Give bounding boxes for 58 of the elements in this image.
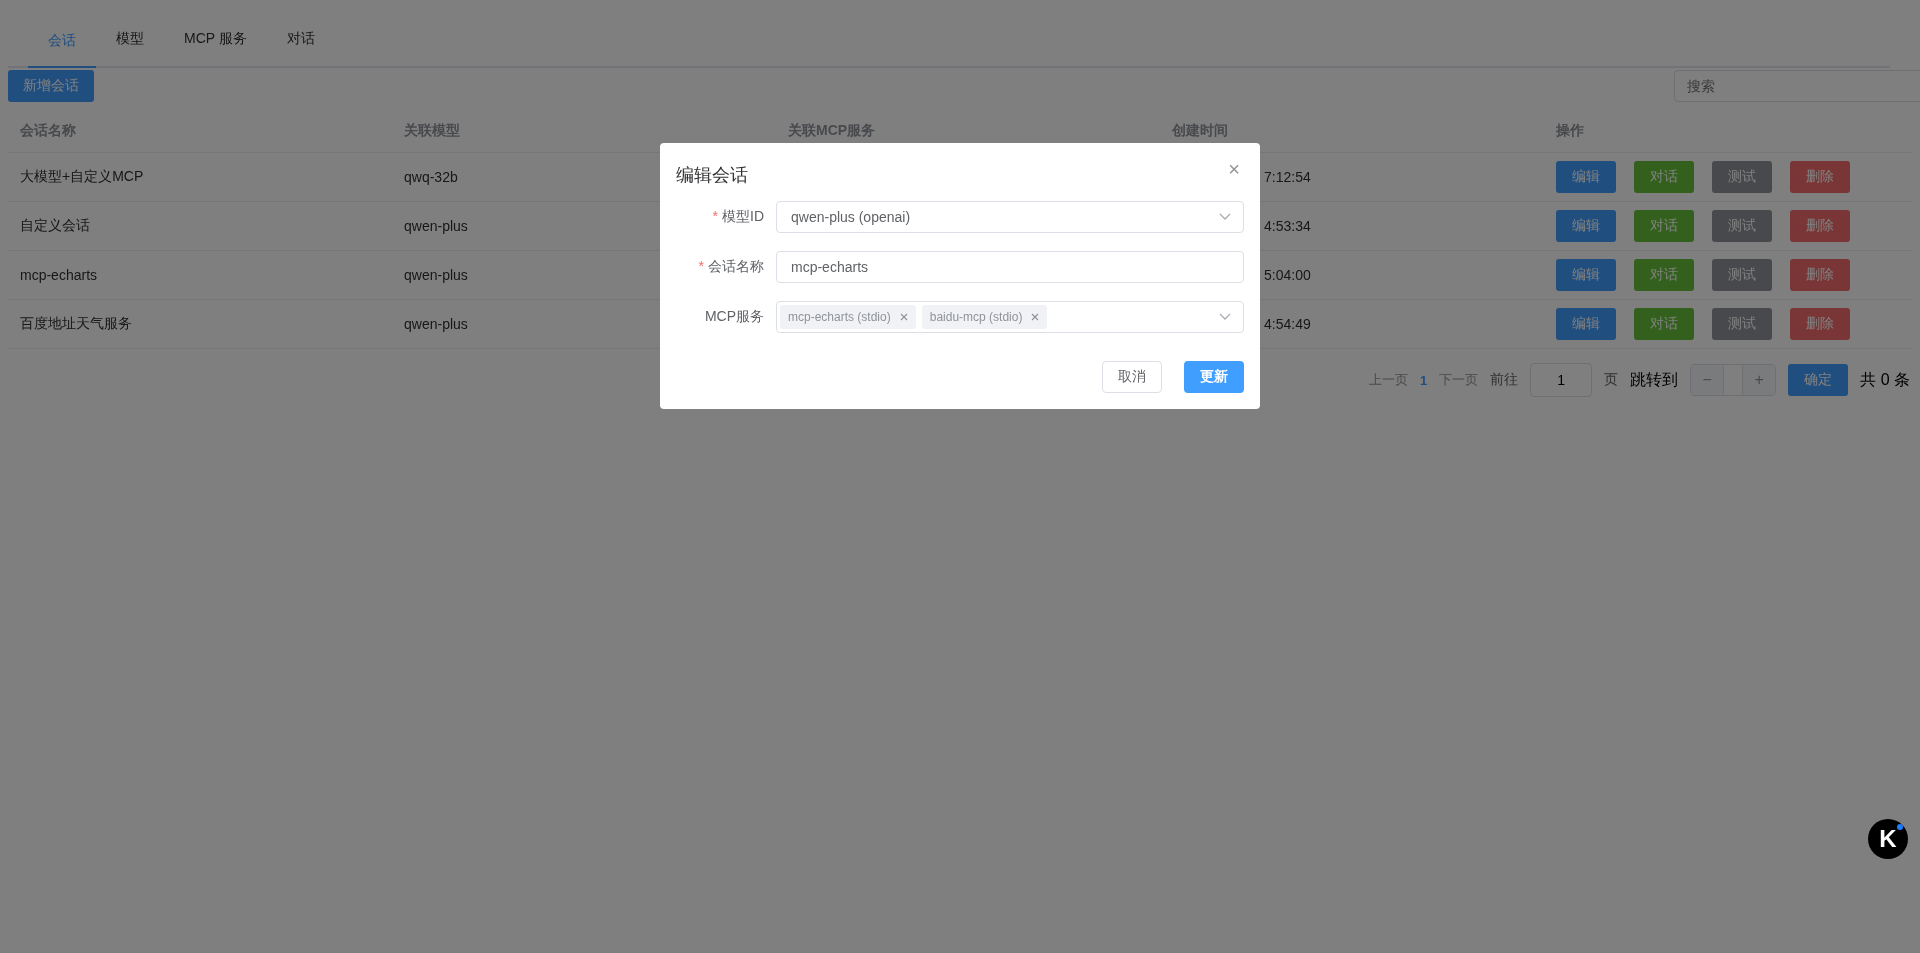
tab[interactable]: MCP 服务 <box>164 0 267 66</box>
table-cell: 自定义会话 <box>20 217 90 233</box>
table-cell: 5:04:00 <box>1264 267 1311 283</box>
table-cell: qwen-plus <box>404 267 468 283</box>
table-cell: 4:54:49 <box>1264 316 1311 332</box>
model-select[interactable]: qwen-plus (openai) <box>776 201 1244 233</box>
input-field[interactable]: mcp-echarts <box>776 251 1244 283</box>
edit-button[interactable]: 编辑 <box>1556 259 1616 291</box>
field-label: 会话名称 <box>708 258 764 274</box>
field-label: 模型ID <box>722 208 764 224</box>
delete-button[interactable]: 删除 <box>1790 210 1850 242</box>
table-cell: qwen-plus <box>404 316 468 332</box>
table-cell: 百度地址天气服务 <box>20 315 132 331</box>
edit-button[interactable]: 编辑 <box>1556 210 1616 242</box>
page-input[interactable]: 1 <box>1530 363 1593 397</box>
confirm-button[interactable]: 确定 <box>1788 364 1849 396</box>
tab[interactable]: 会话 <box>28 2 96 68</box>
chevron-down-icon <box>1219 313 1231 321</box>
delete-button[interactable]: 删除 <box>1790 259 1850 291</box>
required-mark: * <box>698 258 704 274</box>
decrement-button[interactable]: − <box>1691 365 1724 395</box>
chat-button[interactable]: 对话 <box>1634 259 1694 291</box>
required-mark: * <box>712 208 718 224</box>
field-label: MCP服务 <box>704 308 764 324</box>
increment-button[interactable]: + <box>1743 365 1776 395</box>
goto-label: 前往 <box>1490 371 1519 389</box>
tab[interactable]: 模型 <box>96 0 164 66</box>
search-field[interactable]: 搜索 <box>1674 70 1920 102</box>
tag-label: mcp-echarts (stdio) <box>788 310 891 324</box>
table-cell: mcp-echarts <box>20 267 98 283</box>
table-cell: 大模型+自定义MCP <box>20 168 144 184</box>
service-multi-select[interactable]: mcp-echarts (stdio) baidu-mcp (stdio) <box>776 301 1244 333</box>
floating-logo[interactable]: K <box>1868 819 1908 859</box>
total-count: 共 0 条 <box>1860 369 1910 390</box>
remove-tag-icon[interactable] <box>899 313 908 321</box>
update-button[interactable]: 更新 <box>1184 361 1244 393</box>
edit-button[interactable]: 编辑 <box>1556 308 1616 340</box>
table-cell: qwen-plus <box>404 218 468 234</box>
remove-tag-icon[interactable] <box>1031 313 1040 321</box>
delete-button[interactable]: 删除 <box>1790 308 1850 340</box>
table-cell: 7:12:54 <box>1264 169 1311 185</box>
table-cell: 4:53:34 <box>1264 218 1311 234</box>
close-button[interactable]: × <box>1228 159 1240 179</box>
tab[interactable]: 对话 <box>266 0 335 66</box>
dialog-title: 编辑会话 <box>676 164 748 187</box>
chat-button[interactable]: 对话 <box>1634 161 1694 193</box>
edit-button[interactable]: 编辑 <box>1556 161 1616 193</box>
tag-label: baidu-mcp (stdio) <box>929 310 1023 324</box>
table-cell: qwq-32b <box>404 169 458 185</box>
chat-button[interactable]: 对话 <box>1634 210 1694 242</box>
delete-button[interactable]: 删除 <box>1790 161 1850 193</box>
chevron-down-icon <box>1219 213 1231 221</box>
add-session-button[interactable]: 新增会话 <box>8 70 94 102</box>
chat-button[interactable]: 对话 <box>1634 308 1694 340</box>
jump-label: 跳转到 <box>1630 369 1679 390</box>
cancel-button[interactable]: 取消 <box>1102 361 1162 393</box>
page-unit-label: 页 <box>1604 371 1619 389</box>
page-number[interactable]: 1 <box>1419 372 1428 388</box>
